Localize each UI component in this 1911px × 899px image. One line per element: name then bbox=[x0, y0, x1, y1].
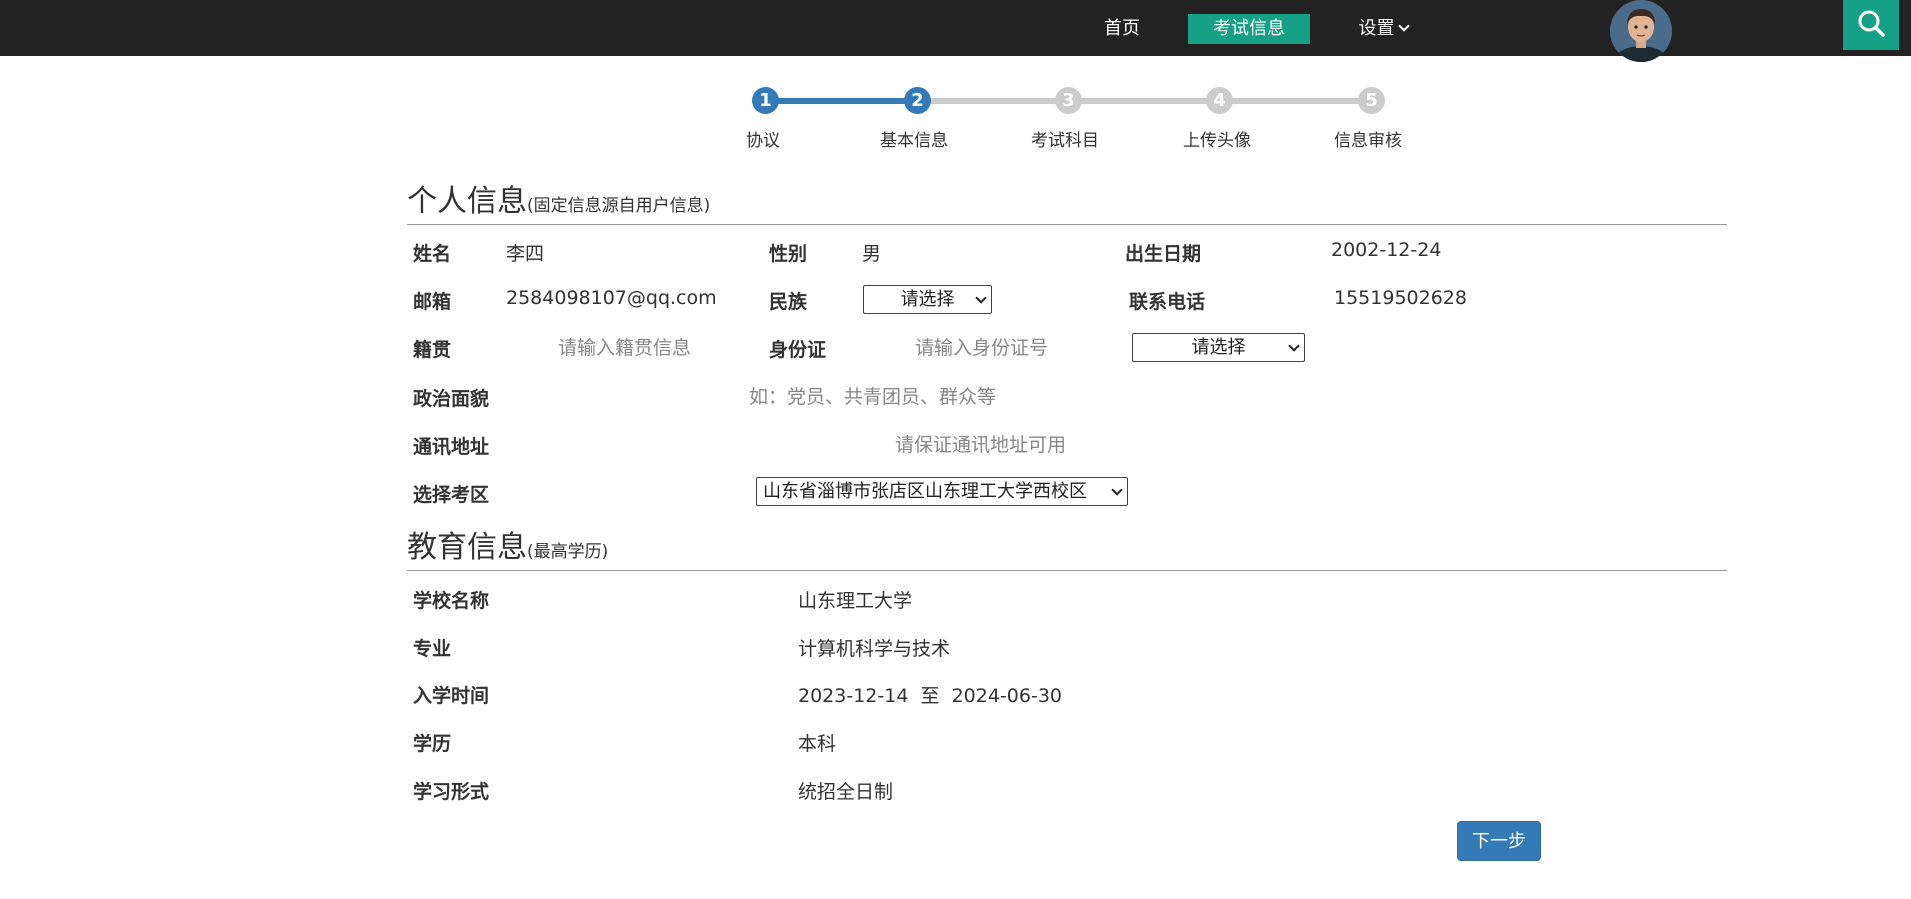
step-connector-1 bbox=[766, 98, 918, 104]
chevron-down-icon bbox=[975, 292, 987, 304]
address-input[interactable] bbox=[895, 432, 1195, 458]
phone-label: 联系电话 bbox=[1129, 291, 1206, 313]
enrollment-value: 2023-12-14 至 2024-06-30 bbox=[798, 685, 1062, 707]
exam-region-select-value: 山东省淄博市张店区山东理工大学西校区 bbox=[763, 481, 1087, 502]
education-info-heading: 教育信息(最高学历) bbox=[407, 522, 608, 566]
chevron-down-icon bbox=[1397, 20, 1410, 32]
email-label: 邮箱 bbox=[413, 291, 452, 313]
gender-value: 男 bbox=[862, 243, 882, 265]
search-button[interactable] bbox=[1843, 0, 1899, 50]
step-3-marker: 3 bbox=[1055, 87, 1082, 114]
political-status-label: 政治面貌 bbox=[413, 388, 490, 410]
nav-settings[interactable]: 设置 bbox=[1352, 14, 1414, 44]
phone-value: 15519502628 bbox=[1334, 287, 1467, 309]
id-card-input[interactable] bbox=[915, 335, 1100, 361]
avatar-illustration bbox=[1610, 0, 1672, 62]
personal-info-divider bbox=[407, 224, 1727, 225]
step-3-label: 考试科目 bbox=[1031, 131, 1099, 151]
step-5-marker: 5 bbox=[1358, 87, 1385, 114]
personal-info-heading: 个人信息(固定信息源自用户信息) bbox=[407, 176, 710, 220]
next-step-button[interactable]: 下一步 bbox=[1457, 821, 1541, 861]
school-value: 山东理工大学 bbox=[798, 590, 913, 612]
ethnicity-select-value: 请选择 bbox=[900, 289, 955, 310]
step-1-marker: 1 bbox=[752, 87, 779, 114]
personal-info-title: 个人信息 bbox=[407, 184, 527, 219]
nav-exam-info[interactable]: 考试信息 bbox=[1188, 14, 1310, 44]
nav-home[interactable]: 首页 bbox=[1096, 14, 1148, 44]
search-icon bbox=[1858, 10, 1885, 37]
enrollment-label: 入学时间 bbox=[413, 685, 490, 707]
nav-settings-label: 设置 bbox=[1358, 18, 1395, 39]
gender-label: 性别 bbox=[769, 243, 808, 265]
exam-region-label: 选择考区 bbox=[413, 484, 490, 506]
native-place-input[interactable] bbox=[558, 335, 733, 361]
education-info-divider bbox=[407, 570, 1727, 571]
step-connector-2 bbox=[918, 98, 1372, 104]
step-4-marker: 4 bbox=[1206, 87, 1233, 114]
political-status-input[interactable] bbox=[749, 384, 1013, 410]
chevron-down-icon bbox=[1288, 340, 1300, 352]
study-mode-value: 统招全日制 bbox=[798, 781, 894, 803]
study-mode-label: 学习形式 bbox=[413, 781, 490, 803]
step-2-marker: 2 bbox=[904, 87, 931, 114]
education-info-subtitle: (最高学历) bbox=[527, 542, 609, 562]
top-navbar: 首页 考试信息 设置 bbox=[0, 0, 1911, 62]
ethnicity-select[interactable]: 请选择 bbox=[863, 285, 992, 314]
major-label: 专业 bbox=[413, 638, 452, 660]
id-card-label: 身份证 bbox=[769, 339, 827, 361]
native-place-label: 籍贯 bbox=[413, 339, 452, 361]
school-label: 学校名称 bbox=[413, 590, 490, 612]
avatar[interactable] bbox=[1610, 0, 1672, 62]
name-value: 李四 bbox=[506, 243, 545, 265]
email-value: 2584098107@qq.com bbox=[506, 287, 717, 309]
id-type-select-value: 请选择 bbox=[1191, 337, 1246, 358]
exam-region-select[interactable]: 山东省淄博市张店区山东理工大学西校区 bbox=[756, 477, 1128, 506]
step-2-label: 基本信息 bbox=[880, 131, 948, 151]
major-value: 计算机科学与技术 bbox=[798, 638, 951, 660]
ethnicity-label: 民族 bbox=[769, 291, 808, 313]
step-1-label: 协议 bbox=[746, 131, 780, 151]
degree-label: 学历 bbox=[413, 733, 452, 755]
birth-date-value: 2002-12-24 bbox=[1331, 239, 1442, 261]
personal-info-subtitle: (固定信息源自用户信息) bbox=[527, 196, 711, 216]
address-label: 通讯地址 bbox=[413, 436, 490, 458]
degree-value: 本科 bbox=[798, 733, 837, 755]
chevron-down-icon bbox=[1111, 484, 1123, 496]
id-type-select[interactable]: 请选择 bbox=[1132, 333, 1305, 362]
birth-date-label: 出生日期 bbox=[1125, 243, 1202, 265]
name-label: 姓名 bbox=[413, 243, 452, 265]
step-4-label: 上传头像 bbox=[1183, 131, 1251, 151]
step-5-label: 信息审核 bbox=[1334, 131, 1402, 151]
education-info-title: 教育信息 bbox=[407, 530, 527, 565]
